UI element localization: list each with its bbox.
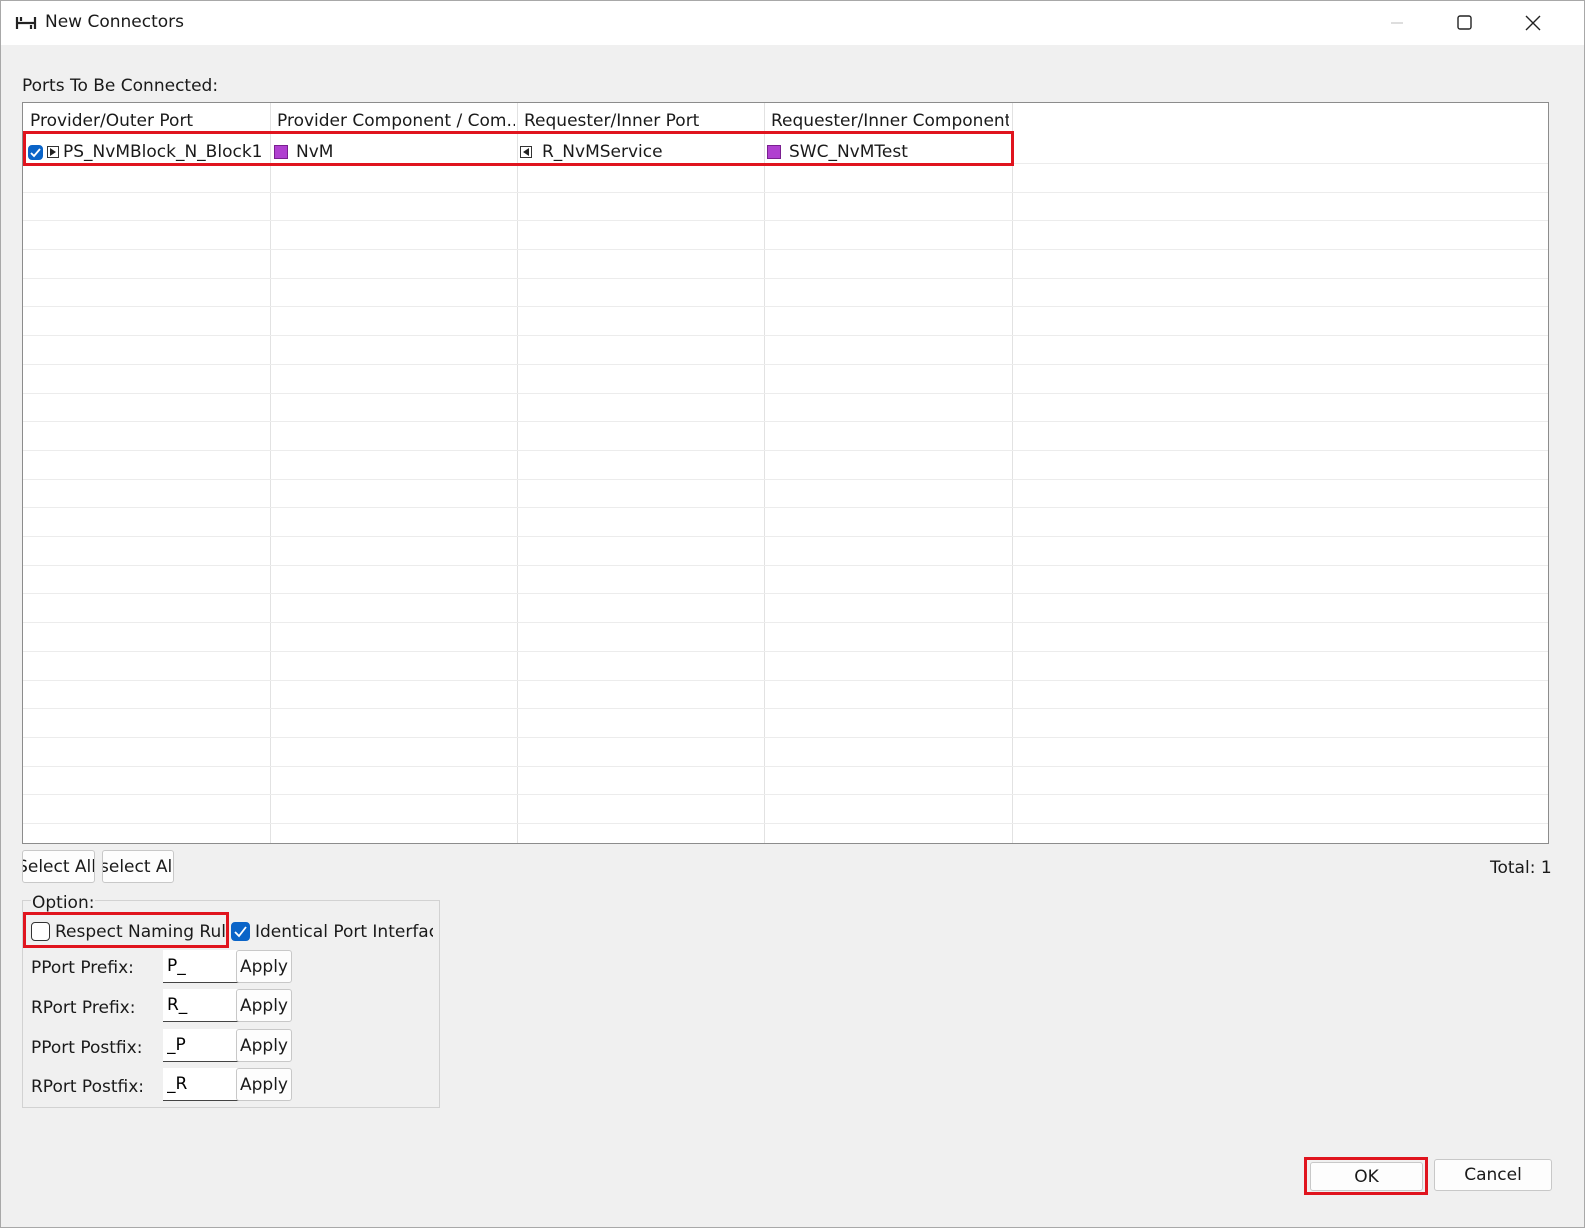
row-divider [23,249,1548,250]
row-divider [23,306,1548,307]
title-bar: New Connectors [1,1,1584,45]
column-divider [764,103,765,843]
row-divider [23,364,1548,365]
ports-label: Ports To Be Connected: [22,76,219,96]
row-divider [23,450,1548,451]
maximize-button[interactable] [1431,1,1499,45]
total-count: Total: 1 [1490,858,1552,878]
close-icon [1525,15,1541,31]
rport-prefix-apply-button[interactable]: Apply [236,989,292,1022]
row-divider [23,593,1548,594]
row-divider [23,393,1548,394]
row-divider [23,278,1548,279]
column-divider [517,103,518,843]
row-divider [23,507,1548,508]
pport-postfix-label: PPort Postfix: [31,1038,143,1058]
column-header-provider-component[interactable]: Provider Component / Com... [277,111,515,131]
highlight-ok-box [1304,1157,1428,1195]
rport-prefix-label: RPort Prefix: [31,998,136,1018]
row-divider [23,708,1548,709]
identical-port-interface-label[interactable]: Identical Port Interface [255,922,433,942]
pport-postfix-apply-button[interactable]: Apply [236,1029,292,1062]
row-divider [23,794,1548,795]
row-divider [23,192,1548,193]
ports-table[interactable]: Provider/Outer Port Provider Component /… [22,102,1549,844]
window-title: New Connectors [45,12,185,32]
row-divider [23,565,1548,566]
row-divider [23,536,1548,537]
cancel-button[interactable]: Cancel [1434,1159,1552,1191]
column-divider [270,103,271,843]
column-header-requester-port[interactable]: Requester/Inner Port [524,111,762,131]
new-connectors-dialog: New Connectors Ports To Be Connected: Pr… [0,0,1585,1228]
row-divider [23,680,1548,681]
deselect-all-button[interactable]: Deselect All [102,850,174,883]
options-legend: Option: [31,893,96,913]
pport-prefix-apply-button[interactable]: Apply [236,950,292,983]
options-group: Option: Respect Naming Rule Identical Po… [22,893,440,1108]
row-divider [23,220,1548,221]
column-header-provider-port[interactable]: Provider/Outer Port [30,111,268,131]
row-divider [23,335,1548,336]
connector-icon [15,17,37,29]
highlight-naming-rule-box [23,912,229,948]
check-icon [234,926,247,938]
pport-prefix-label: PPort Prefix: [31,958,134,978]
rport-postfix-apply-button[interactable]: Apply [236,1068,292,1101]
deselect-all-label: Deselect All [103,856,173,877]
select-all-label: Select All [22,856,95,877]
column-divider [1012,103,1013,843]
row-divider [23,737,1548,738]
row-divider [23,622,1548,623]
identical-port-interface-checkbox[interactable] [231,922,250,941]
maximize-icon [1457,15,1472,30]
rport-postfix-label: RPort Postfix: [31,1077,144,1097]
row-divider [23,479,1548,480]
minimize-button[interactable] [1363,1,1431,45]
column-header-requester-component[interactable]: Requester/Inner Component [771,111,1009,131]
row-divider [23,651,1548,652]
highlight-row-box [23,131,1014,166]
row-divider [23,823,1548,824]
select-all-button[interactable]: Select All [22,850,95,883]
row-divider [23,421,1548,422]
close-button[interactable] [1499,1,1567,45]
minimize-icon [1391,22,1403,24]
row-divider [23,766,1548,767]
